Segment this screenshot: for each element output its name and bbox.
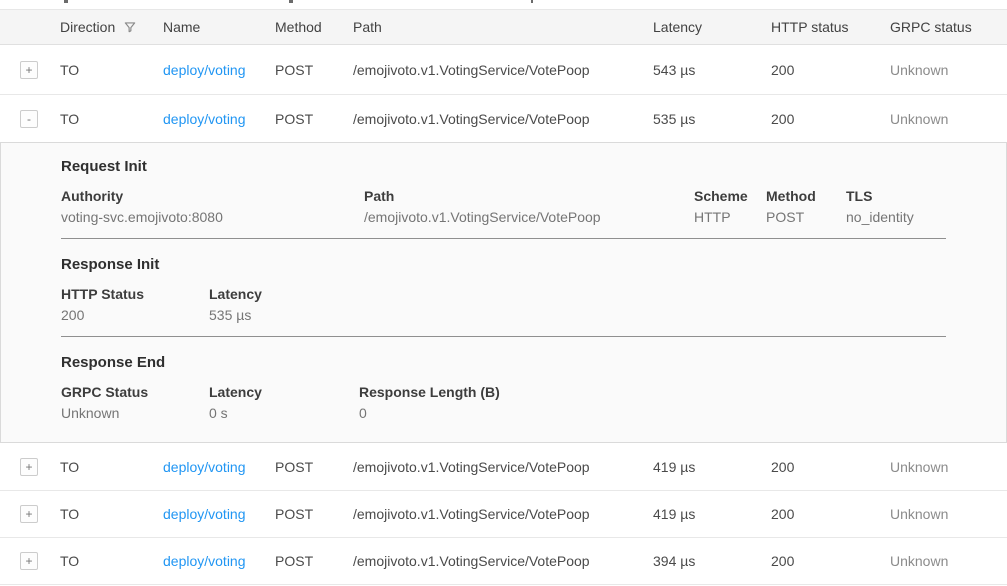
http-status-cell: 200 xyxy=(771,62,890,78)
http-status-cell: 200 xyxy=(771,459,890,475)
field-value-method: POST xyxy=(766,209,846,225)
latency-cell: 394 µs xyxy=(653,553,771,569)
direction-cell: TO xyxy=(60,553,163,569)
col-header-method: Method xyxy=(275,19,353,35)
field-label-scheme: Scheme xyxy=(694,188,766,204)
col-header-grpc-status: GRPC status xyxy=(890,19,1007,35)
resource-link[interactable]: deploy/voting xyxy=(163,553,246,569)
grpc-status-cell: Unknown xyxy=(890,111,1007,127)
path-cell: /emojivoto.v1.VotingService/VotePoop xyxy=(353,459,653,475)
method-cell: POST xyxy=(275,506,353,522)
table-header-row: Direction Name Method Path Latency HTTP … xyxy=(0,9,1007,45)
latency-cell: 419 µs xyxy=(653,506,771,522)
collapse-row-button[interactable]: - xyxy=(20,110,38,128)
col-header-direction-label: Direction xyxy=(60,19,115,35)
method-cell: POST xyxy=(275,111,353,127)
http-status-cell: 200 xyxy=(771,553,890,569)
grpc-status-cell: Unknown xyxy=(890,506,1007,522)
field-label-http-status: HTTP Status xyxy=(61,286,209,302)
cropped-text-artifact xyxy=(531,0,533,3)
field-label-latency: Latency xyxy=(209,286,1006,302)
col-header-http-status: HTTP status xyxy=(771,19,890,35)
request-init-title: Request Init xyxy=(61,158,1006,175)
latency-cell: 535 µs xyxy=(653,111,771,127)
cropped-text-artifact xyxy=(64,0,68,3)
direction-cell: TO xyxy=(60,111,163,127)
filter-icon[interactable] xyxy=(123,20,137,34)
cropped-content-strip xyxy=(0,0,1007,9)
field-value-latency: 0 s xyxy=(209,405,359,421)
method-cell: POST xyxy=(275,62,353,78)
method-cell: POST xyxy=(275,553,353,569)
table-row: + TO deploy/voting POST /emojivoto.v1.Vo… xyxy=(0,491,1007,538)
field-value-authority: voting-svc.emojivoto:8080 xyxy=(61,209,364,225)
panel-divider xyxy=(61,336,946,337)
response-init-title: Response Init xyxy=(61,256,1006,273)
field-value-latency: 535 µs xyxy=(209,307,1006,323)
method-cell: POST xyxy=(275,459,353,475)
col-header-direction: Direction xyxy=(60,19,163,35)
field-value-scheme: HTTP xyxy=(694,209,766,225)
resource-link[interactable]: deploy/voting xyxy=(163,111,246,127)
field-label-tls: TLS xyxy=(846,188,1006,204)
field-label-authority: Authority xyxy=(61,188,364,204)
tap-results-page: Direction Name Method Path Latency HTTP … xyxy=(0,0,1007,586)
response-end-title: Response End xyxy=(61,354,1006,371)
col-header-name: Name xyxy=(163,19,275,35)
direction-cell: TO xyxy=(60,459,163,475)
grpc-status-cell: Unknown xyxy=(890,459,1007,475)
field-value-grpc-status: Unknown xyxy=(61,405,209,421)
field-label-method: Method xyxy=(766,188,846,204)
table-row: - TO deploy/voting POST /emojivoto.v1.Vo… xyxy=(0,95,1007,142)
expand-row-button[interactable]: + xyxy=(20,505,38,523)
expand-row-button[interactable]: + xyxy=(20,552,38,570)
response-end-fields: GRPC Status Unknown Latency 0 s Response… xyxy=(61,384,1006,421)
table-row: + TO deploy/voting POST /emojivoto.v1.Vo… xyxy=(0,538,1007,585)
col-header-latency: Latency xyxy=(653,19,771,35)
field-label-grpc-status: GRPC Status xyxy=(61,384,209,400)
table-row: + TO deploy/voting POST /emojivoto.v1.Vo… xyxy=(0,443,1007,491)
resource-link[interactable]: deploy/voting xyxy=(163,459,246,475)
grpc-status-cell: Unknown xyxy=(890,62,1007,78)
direction-cell: TO xyxy=(60,62,163,78)
direction-cell: TO xyxy=(60,506,163,522)
field-label-response-length: Response Length (B) xyxy=(359,384,1006,400)
path-cell: /emojivoto.v1.VotingService/VotePoop xyxy=(353,62,653,78)
field-value-tls: no_identity xyxy=(846,209,1006,225)
field-value-response-length: 0 xyxy=(359,405,1006,421)
http-status-cell: 200 xyxy=(771,506,890,522)
col-header-path: Path xyxy=(353,19,653,35)
latency-cell: 543 µs xyxy=(653,62,771,78)
request-init-fields: Authority voting-svc.emojivoto:8080 Path… xyxy=(61,188,1006,225)
request-detail-panel: Request Init Authority voting-svc.emojiv… xyxy=(0,142,1007,443)
panel-divider xyxy=(61,238,946,239)
path-cell: /emojivoto.v1.VotingService/VotePoop xyxy=(353,506,653,522)
table-row: + TO deploy/voting POST /emojivoto.v1.Vo… xyxy=(0,45,1007,95)
path-cell: /emojivoto.v1.VotingService/VotePoop xyxy=(353,553,653,569)
field-label-path: Path xyxy=(364,188,694,204)
latency-cell: 419 µs xyxy=(653,459,771,475)
field-value-path: /emojivoto.v1.VotingService/VotePoop xyxy=(364,209,694,225)
field-value-http-status: 200 xyxy=(61,307,209,323)
resource-link[interactable]: deploy/voting xyxy=(163,62,246,78)
expand-row-button[interactable]: + xyxy=(20,458,38,476)
path-cell: /emojivoto.v1.VotingService/VotePoop xyxy=(353,111,653,127)
http-status-cell: 200 xyxy=(771,111,890,127)
grpc-status-cell: Unknown xyxy=(890,553,1007,569)
resource-link[interactable]: deploy/voting xyxy=(163,506,246,522)
response-init-fields: HTTP Status 200 Latency 535 µs xyxy=(61,286,1006,323)
expand-row-button[interactable]: + xyxy=(20,61,38,79)
field-label-latency: Latency xyxy=(209,384,359,400)
cropped-text-artifact xyxy=(289,0,293,3)
